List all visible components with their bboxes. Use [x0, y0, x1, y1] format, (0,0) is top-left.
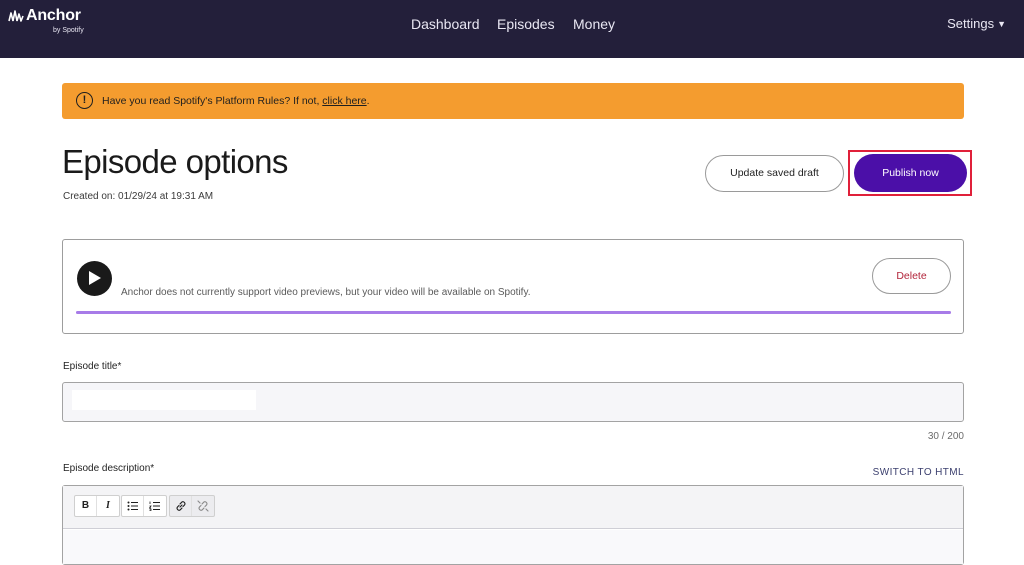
- created-date: Created on: 01/29/24 at 19:31 AM: [63, 191, 214, 202]
- alert-message: Have you read Spotify's Platform Rules? …: [102, 95, 370, 107]
- remove-link-button[interactable]: [192, 496, 214, 516]
- editor-toolbar: B I: [63, 486, 963, 529]
- platform-rules-alert: ! Have you read Spotify's Platform Rules…: [62, 83, 964, 119]
- numbered-list-icon: [148, 501, 160, 511]
- redacted-title-text: [72, 390, 256, 410]
- update-draft-button[interactable]: Update saved draft: [705, 155, 844, 192]
- format-group: B I: [74, 495, 120, 517]
- chevron-down-icon: ▼: [997, 19, 1006, 29]
- insert-link-button[interactable]: [170, 496, 192, 516]
- unlink-icon: [197, 500, 209, 512]
- alert-text: Have you read Spotify's Platform Rules? …: [102, 95, 323, 107]
- platform-rules-link[interactable]: click here: [322, 95, 366, 107]
- numbered-list-button[interactable]: [144, 496, 166, 516]
- list-group: [121, 495, 167, 517]
- play-button[interactable]: [77, 261, 112, 296]
- publish-now-button[interactable]: Publish now: [854, 154, 967, 192]
- italic-button[interactable]: I: [97, 496, 119, 516]
- description-text-area[interactable]: [63, 530, 963, 564]
- play-icon: [89, 271, 101, 285]
- bullet-list-icon: [127, 501, 138, 511]
- media-preview-card: Anchor does not currently support video …: [62, 239, 964, 334]
- bold-button[interactable]: B: [75, 496, 97, 516]
- upload-progress-fill: [76, 311, 951, 314]
- upload-progress-bar: [76, 311, 951, 314]
- episode-description-label: Episode description*: [63, 463, 155, 474]
- nav-dashboard[interactable]: Dashboard: [411, 16, 480, 32]
- nav-money[interactable]: Money: [573, 16, 615, 32]
- settings-label: Settings: [947, 16, 995, 31]
- link-group: [169, 495, 215, 517]
- title-char-count: 30 / 200: [927, 431, 964, 442]
- page-title: Episode options: [62, 143, 288, 180]
- alert-icon: !: [76, 92, 93, 109]
- episode-title-label: Episode title*: [63, 361, 122, 372]
- nav-episodes[interactable]: Episodes: [497, 16, 555, 32]
- top-nav: Anchor by Spotify Dashboard Episodes Mon…: [0, 0, 1024, 58]
- video-preview-note: Anchor does not currently support video …: [121, 287, 531, 298]
- main-nav: Dashboard Episodes Money: [0, 16, 1024, 36]
- link-icon: [176, 501, 185, 511]
- description-editor: B I: [62, 485, 964, 565]
- alert-suffix: .: [366, 95, 370, 107]
- bullet-list-button[interactable]: [122, 496, 144, 516]
- settings-menu[interactable]: Settings ▼: [947, 16, 1006, 31]
- switch-to-html-link[interactable]: SWITCH TO HTML: [873, 467, 964, 478]
- delete-button[interactable]: Delete: [872, 258, 951, 294]
